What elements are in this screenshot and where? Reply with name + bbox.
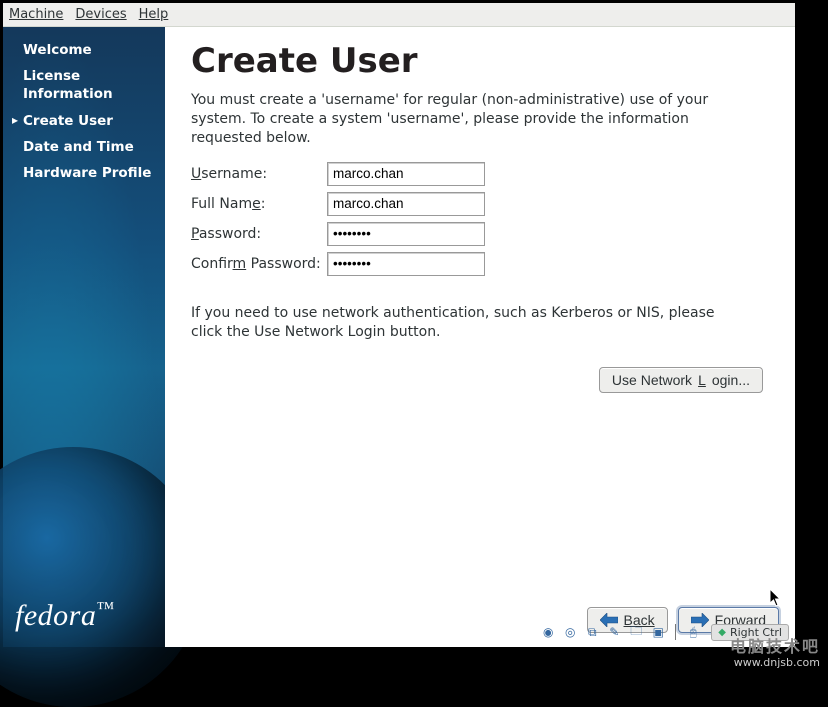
usb-icon[interactable]: ✎ [606, 624, 622, 640]
fullname-input[interactable] [327, 192, 485, 216]
sidebar: Welcome License Information Create User … [3, 27, 165, 647]
intro-text: You must create a 'username' for regular… [191, 91, 731, 148]
page-title: Create User [191, 41, 769, 81]
menu-machine[interactable]: Machine [9, 7, 63, 22]
mouse-integration-icon[interactable]: 🖰 [685, 624, 701, 640]
main-panel: Create User You must create a 'username'… [165, 27, 795, 647]
create-user-form: Username: Full Name: Password: Confirm P… [191, 162, 769, 276]
menubar: Machine Devices Help [3, 3, 795, 27]
confirm-input[interactable] [327, 252, 485, 276]
statusbar: ◉ ◎ ⧉ ✎ 🗀 ▣ 🖰 ◆ Right Ctrl [540, 621, 789, 643]
username-label: Username: [191, 166, 323, 182]
optical-icon[interactable]: ◎ [562, 624, 578, 640]
sidebar-item-welcome[interactable]: Welcome [13, 37, 155, 63]
host-key-indicator[interactable]: ◆ Right Ctrl [711, 624, 789, 641]
sidebar-item-hardware[interactable]: Hardware Profile [13, 160, 155, 186]
password-input[interactable] [327, 222, 485, 246]
display-icon[interactable]: ▣ [650, 624, 666, 640]
confirm-label: Confirm Password: [191, 256, 323, 272]
disk-icon[interactable]: ◉ [540, 624, 556, 640]
diamond-icon: ◆ [718, 627, 726, 638]
fedora-logo: fedora™ [15, 598, 114, 633]
sidebar-item-create-user[interactable]: Create User [13, 108, 155, 134]
sidebar-item-date-time[interactable]: Date and Time [13, 134, 155, 160]
fullname-label: Full Name: [191, 196, 323, 212]
username-input[interactable] [327, 162, 485, 186]
menu-help[interactable]: Help [139, 7, 169, 22]
menu-devices[interactable]: Devices [75, 7, 126, 22]
shared-folder-icon[interactable]: 🗀 [628, 624, 644, 640]
network-icon[interactable]: ⧉ [584, 624, 600, 640]
use-network-login-button[interactable]: Use Network Login... [599, 367, 763, 393]
hint-text: If you need to use network authenticatio… [191, 304, 731, 342]
password-label: Password: [191, 226, 323, 242]
sidebar-item-license[interactable]: License Information [13, 63, 155, 107]
